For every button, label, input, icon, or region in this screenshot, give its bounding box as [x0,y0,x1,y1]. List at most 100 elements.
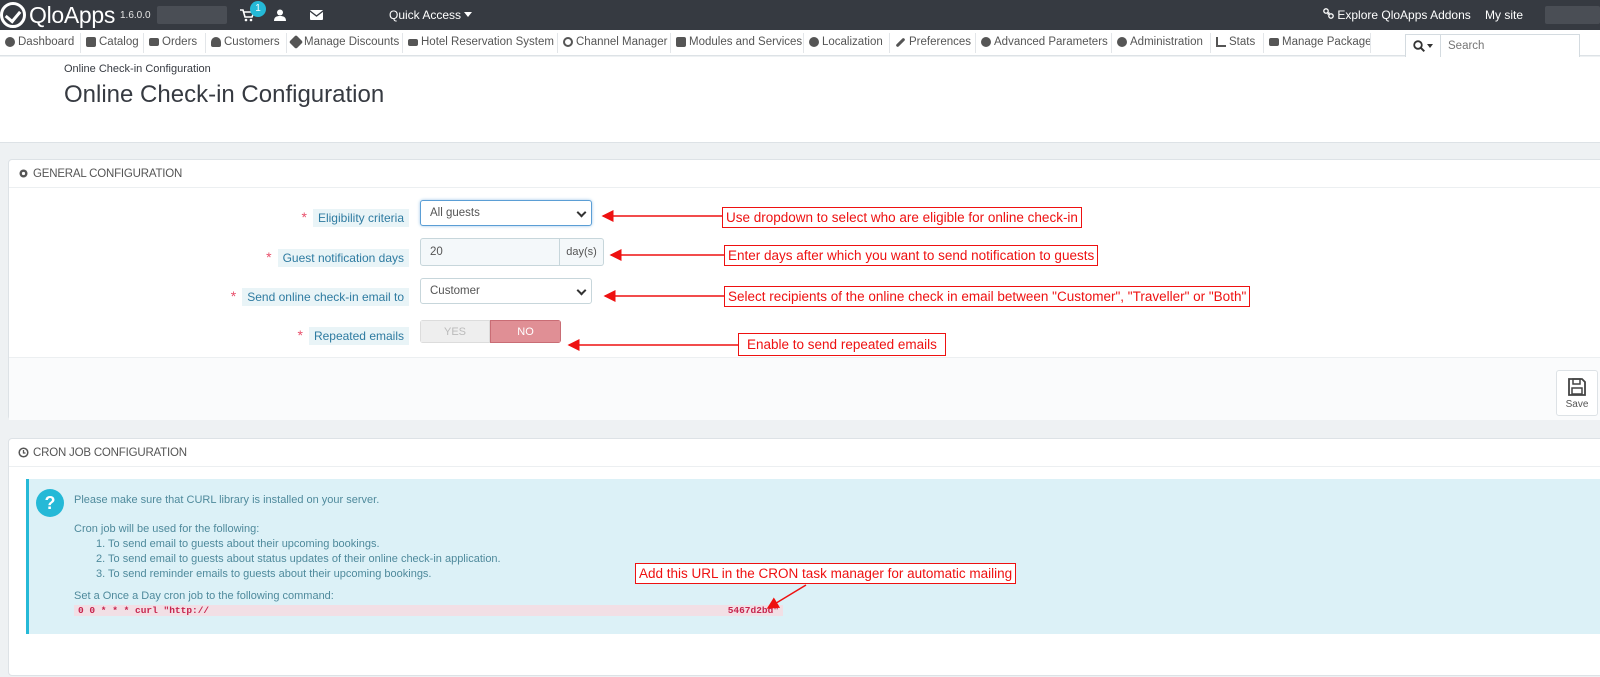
nav-divider [1111,33,1112,53]
cron-intro: Cron job will be used for the following: [74,523,260,535]
nav-label: Channel Manager [576,36,668,48]
repeated-emails-yes[interactable]: YES [420,320,490,343]
eligibility-row: * Eligibility criteria [9,205,409,231]
nav-item-orders[interactable]: Orders [149,36,197,48]
bar-chart-icon [1216,37,1226,47]
chevron-down-icon [576,207,587,218]
send-email-to-value: Customer [430,285,480,297]
search-type-button[interactable] [1406,35,1441,57]
nav-item-dashboard[interactable]: Dashboard [5,36,74,48]
nav-divider [803,33,804,53]
logo-icon [0,2,26,28]
cron-job-panel: CRON JOB CONFIGURATION ? Please make sur… [8,438,1600,676]
nav-item-channel-manager[interactable]: Channel Manager [563,36,667,48]
cog-icon [19,169,28,178]
nav-item-administration[interactable]: Administration [1117,36,1203,48]
wrench-icon [895,37,906,47]
qloapps-logo[interactable]: QloApps [0,2,115,28]
envelope-icon[interactable] [307,7,325,23]
explore-addons-link[interactable]: Explore QloApps Addons [1323,8,1471,22]
save-button[interactable]: Save [1556,370,1598,416]
dashboard-icon [5,37,15,47]
nav-item-modules-and-services[interactable]: Modules and Services [676,36,802,48]
nav-item-advanced-parameters[interactable]: Advanced Parameters [981,36,1108,48]
repeated-emails-label: * Repeated emails [297,327,409,345]
redacted-employee-name [1545,6,1600,24]
annotation-cron-url: Add this URL in the CRON task manager fo… [635,563,1017,584]
page-header: Online Check-in Configuration Online Che… [0,57,1600,143]
annotation-eligibility: Use dropdown to select who are eligible … [722,207,1082,228]
send-email-to-label: * Send online check-in email to [230,288,409,306]
send-email-to-row: * Send online check-in email to [9,284,409,310]
notification-days-label: * Guest notification days [266,249,409,267]
nav-label: Hotel Reservation System [421,36,554,48]
nav-divider [402,33,403,53]
cron-info-alert: ? Please make sure that CURL library is … [26,479,1600,634]
required-marker: * [230,288,237,304]
repeated-emails-no[interactable]: NO [490,320,561,343]
redacted-shop-name [157,6,227,24]
nav-item-localization[interactable]: Localization [809,36,883,48]
send-email-to-select[interactable]: Customer [420,278,592,304]
cart-badge: 1 [250,1,266,17]
nav-item-hotel-reservation-system[interactable]: Hotel Reservation System [408,36,554,48]
cron-command[interactable]: 0 0 * * * curl "http:// 5467d2bd" [74,605,783,616]
nav-item-customers[interactable]: Customers [211,36,280,48]
nav-item-manage-discounts[interactable]: Manage Discounts [288,34,400,50]
panel-title: GENERAL CONFIGURATION [33,167,183,180]
eligibility-select[interactable]: All guests [420,200,592,226]
nav-item-catalog[interactable]: Catalog [86,36,139,48]
nav-label: Manage Discounts [304,36,400,48]
nav-label: Stats [1229,36,1256,48]
nav-item-stats[interactable]: Stats [1216,36,1255,48]
tag-icon [288,34,304,50]
book-icon [86,37,96,47]
nav-label: Advanced Parameters [994,36,1108,48]
cron-command-start: 0 0 * * * curl "http:// [78,605,210,616]
nav-label: Administration [1130,36,1203,48]
required-marker: * [297,327,303,343]
curl-notice: Please make sure that CURL library is in… [74,494,380,506]
save-label: Save [1565,398,1589,410]
nav-divider [286,33,287,53]
my-site-link[interactable]: My site [1485,8,1523,22]
credit-card-icon [149,38,159,46]
user-icon[interactable] [271,7,289,23]
nav-divider [143,33,144,53]
cron-item: 3. To send reminder emails to guests abo… [96,568,432,580]
clock-icon [18,447,29,458]
nav-label: Catalog [99,36,139,48]
nav-divider [557,33,558,53]
quick-access-dropdown[interactable]: Quick Access [389,8,473,22]
nav-label: Localization [822,36,883,48]
nav-item-manage-package[interactable]: Manage Package [1269,36,1372,48]
nav-divider [670,33,671,53]
notification-days-row: * Guest notification days [9,245,409,271]
nav-divider [889,33,890,53]
panel-heading: CRON JOB CONFIGURATION [9,439,1600,467]
search-input[interactable] [1441,35,1579,57]
annotation-recipients: Select recipients of the online check in… [724,286,1251,307]
nav-divider [205,33,206,53]
cron-set-label: Set a Once a Day cron job to the followi… [74,590,334,602]
nav-divider [1210,33,1211,53]
caret-down-icon [464,12,473,17]
nav-divider [80,33,81,53]
required-marker: * [266,249,272,265]
cog-icon [1117,37,1127,47]
nav-item-preferences[interactable]: Preferences [895,36,971,48]
nav-label: Customers [224,36,280,48]
cogs-icon [981,37,991,47]
nav-divider [1263,33,1264,53]
breadcrumb[interactable]: Online Check-in Configuration [64,63,211,75]
users-icon [211,37,221,47]
nav-label: Manage Package [1282,36,1372,48]
panel-title: CRON JOB CONFIGURATION [33,446,187,459]
nav-divider [1370,33,1371,53]
globe-icon [809,37,819,47]
main-nav: Dashboard Catalog Orders Customers Manag… [0,30,1600,56]
annotation-notification: Enter days after which you want to send … [724,245,1099,266]
nav-divider [975,33,976,53]
notification-days-input[interactable]: 20 [420,238,560,266]
panel-heading: GENERAL CONFIGURATION [9,160,1600,188]
